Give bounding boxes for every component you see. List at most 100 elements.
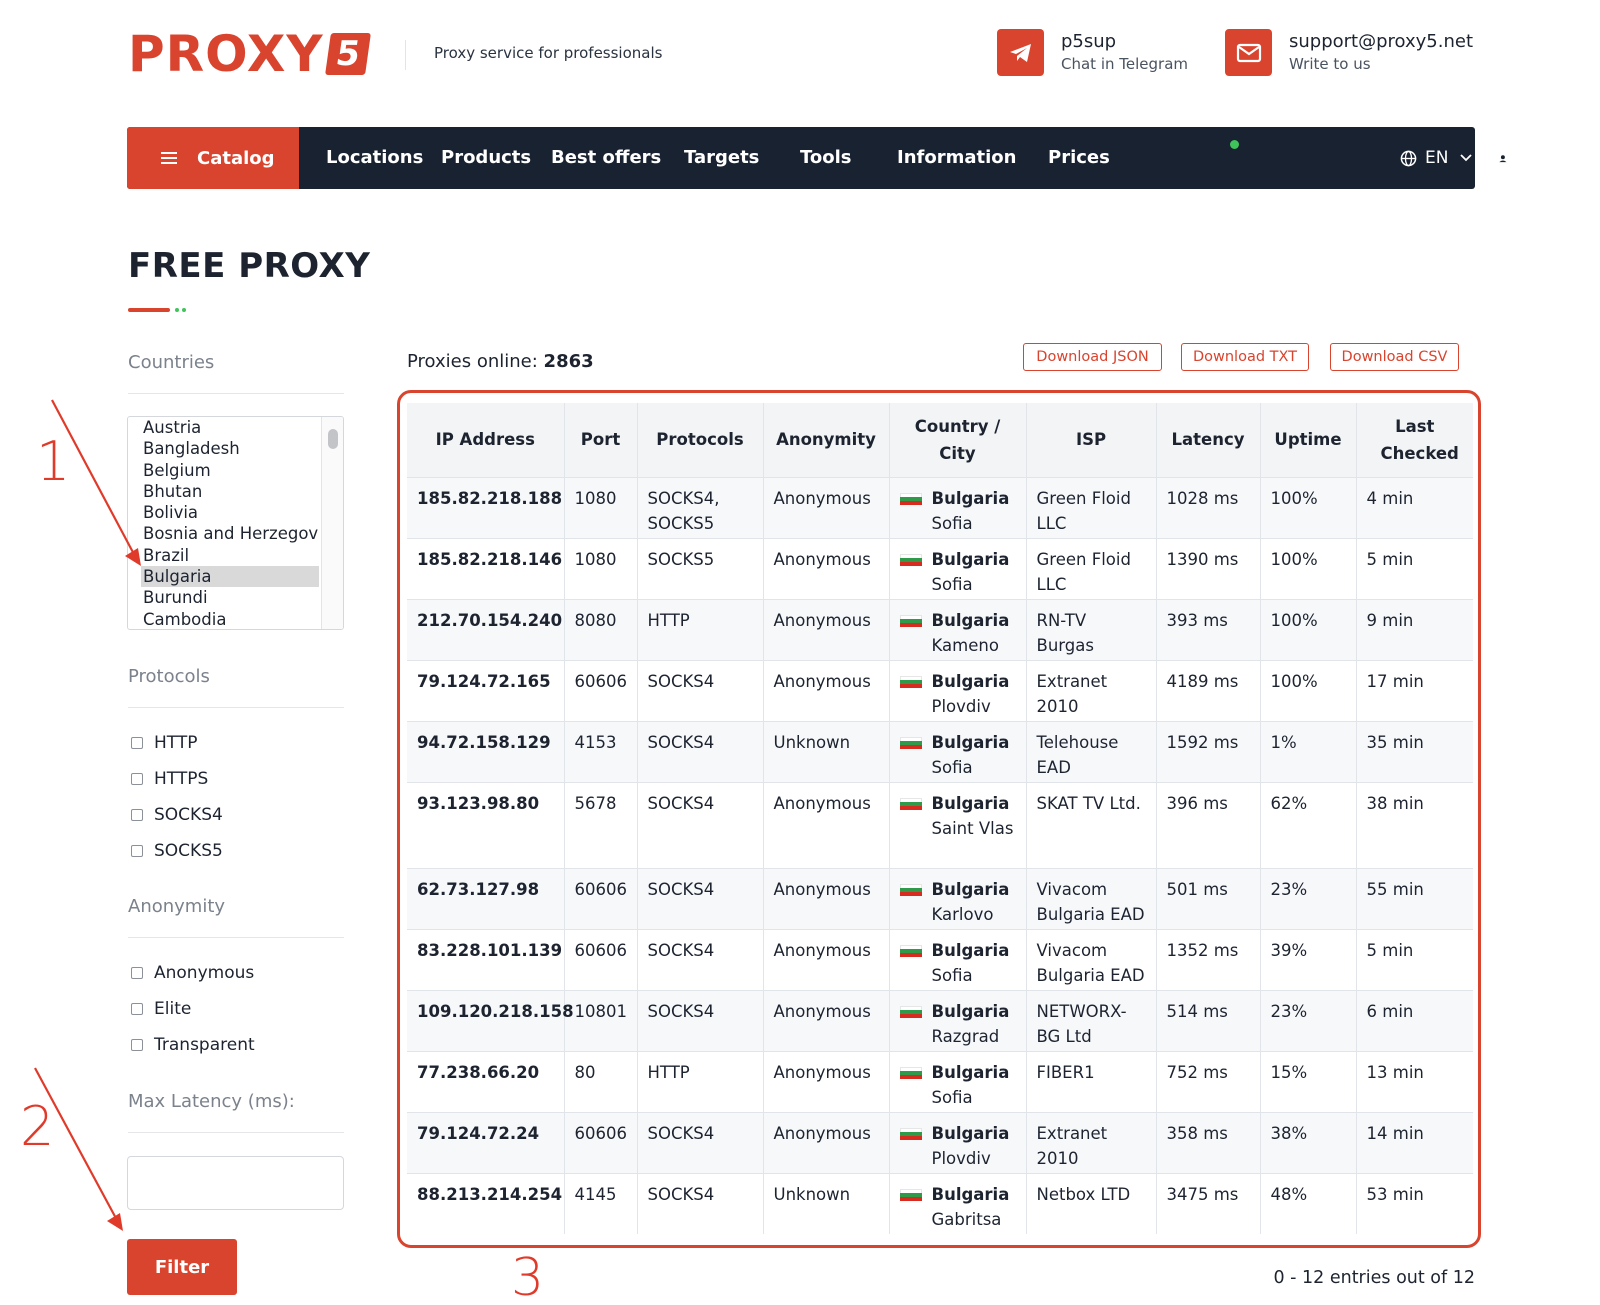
cell-protocols: SOCKS4 xyxy=(637,1172,764,1234)
country-name: Bulgaria xyxy=(931,610,1010,630)
cell-ip[interactable]: 79.124.72.24 xyxy=(407,1111,565,1173)
country-name: Bulgaria xyxy=(931,1062,1010,1082)
nav-tools[interactable]: Tools xyxy=(800,127,852,189)
header-protocols[interactable]: Protocols xyxy=(637,403,764,477)
nav-best-offers[interactable]: Best offers xyxy=(551,127,661,189)
anonymity-elite-checkbox[interactable]: Elite xyxy=(131,999,191,1019)
header-last-checked[interactable]: Last Checked xyxy=(1356,403,1473,477)
cell-anonymity: Unknown xyxy=(763,1172,890,1234)
filter-button[interactable]: Filter xyxy=(127,1239,237,1295)
login-button[interactable]: Log in xyxy=(1497,127,1553,189)
protocol-socks5-checkbox[interactable]: SOCKS5 xyxy=(131,841,223,861)
anonymity-transparent-checkbox[interactable]: Transparent xyxy=(131,1035,255,1055)
cell-ip[interactable]: 185.82.218.146 xyxy=(407,537,565,599)
chevron-down-icon xyxy=(1460,154,1473,162)
cell-country-city: Bulgaria Sofia xyxy=(889,928,1027,990)
country-option[interactable]: Belgium xyxy=(141,460,319,481)
country-option[interactable]: Bangladesh xyxy=(141,438,319,459)
download-json-button[interactable]: Download JSON xyxy=(1023,343,1162,371)
catalog-button[interactable]: Catalog xyxy=(127,127,299,189)
cell-isp: Green Floid LLC xyxy=(1026,537,1157,599)
checkbox[interactable] xyxy=(131,845,143,857)
cell-ip[interactable]: 83.228.101.139 xyxy=(407,928,565,990)
country-option[interactable]: Austria xyxy=(141,417,319,438)
checkbox[interactable] xyxy=(131,1003,143,1015)
cell-latency: 3475 ms xyxy=(1156,1172,1261,1234)
header-anonymity[interactable]: Anonymity xyxy=(763,403,890,477)
table-row: 79.124.72.24 60606 SOCKS4 Anonymous Bulgaria… xyxy=(407,1111,1473,1173)
country-option[interactable]: Brazil xyxy=(141,545,319,566)
cell-ip[interactable]: 77.238.66.20 xyxy=(407,1050,565,1112)
bulgaria-flag-icon xyxy=(899,1005,922,1018)
cell-ip[interactable]: 185.82.218.188 xyxy=(407,476,565,538)
protocol-https-checkbox[interactable]: HTTPS xyxy=(131,769,208,789)
telegram-contact[interactable]: p5sup Chat in Telegram xyxy=(997,29,1188,76)
country-option-selected[interactable]: Bulgaria xyxy=(141,566,319,588)
cell-latency: 1592 ms xyxy=(1156,720,1261,782)
nav-targets[interactable]: Targets xyxy=(684,127,759,189)
checkbox[interactable] xyxy=(131,773,143,785)
nav-locations[interactable]: Locations xyxy=(326,127,423,189)
country-option[interactable]: Bhutan xyxy=(141,481,319,502)
city-name: Kameno xyxy=(931,635,999,655)
country-option[interactable]: Burundi xyxy=(141,587,319,608)
checkbox[interactable] xyxy=(131,1039,143,1051)
country-scrollbar[interactable] xyxy=(321,417,343,629)
country-option[interactable]: Bosnia and Herzegovina xyxy=(141,523,319,544)
checkbox[interactable] xyxy=(131,967,143,979)
header-country-city[interactable]: Country / City xyxy=(889,403,1027,477)
country-select[interactable]: Austria Bangladesh Belgium Bhutan Bolivi… xyxy=(127,416,344,630)
checkbox[interactable] xyxy=(131,809,143,821)
cell-ip[interactable]: 79.124.72.165 xyxy=(407,659,565,721)
email-contact[interactable]: support@proxy5.net Write to us xyxy=(1225,29,1473,76)
language-selector[interactable]: EN xyxy=(1400,127,1473,189)
cell-protocols: SOCKS4, SOCKS5 xyxy=(637,476,764,538)
catalog-label: Catalog xyxy=(197,147,275,169)
arrowhead-2 xyxy=(107,1213,123,1231)
cell-ip[interactable]: 93.123.98.80 xyxy=(407,781,565,868)
cell-ip[interactable]: 88.213.214.254 xyxy=(407,1172,565,1234)
cell-isp: Green Floid LLC xyxy=(1026,476,1157,538)
checkbox-label: SOCKS5 xyxy=(154,841,223,861)
scrollbar-thumb[interactable] xyxy=(328,429,338,449)
cell-country-city: Bulgaria Kameno xyxy=(889,598,1027,660)
header-uptime[interactable]: Uptime xyxy=(1260,403,1357,477)
cell-port: 60606 xyxy=(564,1111,638,1173)
bulgaria-flag-icon xyxy=(899,492,922,505)
cell-anonymity: Anonymous xyxy=(763,781,890,868)
header-port[interactable]: Port xyxy=(564,403,638,477)
cell-uptime: 100% xyxy=(1260,598,1357,660)
cell-ip[interactable]: 62.73.127.98 xyxy=(407,867,565,929)
nav-prices[interactable]: Prices xyxy=(1048,127,1110,189)
country-option[interactable]: Cambodia xyxy=(141,609,319,629)
mail-icon xyxy=(1225,29,1272,76)
bulgaria-flag-icon xyxy=(899,1188,922,1201)
cell-latency: 752 ms xyxy=(1156,1050,1261,1112)
anonymity-anonymous-checkbox[interactable]: Anonymous xyxy=(131,963,254,983)
max-latency-input[interactable] xyxy=(127,1156,344,1210)
cell-last-checked: 17 min xyxy=(1356,659,1473,721)
cell-ip[interactable]: 212.70.154.240 xyxy=(407,598,565,660)
cell-ip[interactable]: 109.120.218.158 xyxy=(407,989,574,1051)
country-option[interactable]: Bolivia xyxy=(141,502,319,523)
nav-products[interactable]: Products xyxy=(441,127,531,189)
table-header-row: IP Address Port Protocols Anonymity Coun… xyxy=(407,403,1473,477)
cell-country-city: Bulgaria Gabritsa xyxy=(889,1172,1027,1234)
download-csv-button[interactable]: Download CSV xyxy=(1330,343,1459,371)
proxies-online: Proxies online: 2863 xyxy=(407,351,594,372)
protocol-http-checkbox[interactable]: HTTP xyxy=(131,733,198,753)
checkbox[interactable] xyxy=(131,737,143,749)
cell-port: 4145 xyxy=(564,1172,638,1234)
header-latency[interactable]: Latency xyxy=(1156,403,1261,477)
header-ip[interactable]: IP Address xyxy=(407,403,565,477)
divider xyxy=(128,937,344,938)
table-row: 185.82.218.146 1080 SOCKS5 Anonymous Bulgari… xyxy=(407,537,1473,599)
header-isp[interactable]: ISP xyxy=(1026,403,1157,477)
protocol-socks4-checkbox[interactable]: SOCKS4 xyxy=(131,805,223,825)
cell-isp: RN-TV Burgas xyxy=(1026,598,1157,660)
nav-information[interactable]: Information xyxy=(897,127,1016,189)
logo[interactable]: PROXY 5 xyxy=(128,29,371,79)
bulgaria-flag-icon xyxy=(899,797,922,810)
download-txt-button[interactable]: Download TXT xyxy=(1181,343,1309,371)
cell-ip[interactable]: 94.72.158.129 xyxy=(407,720,565,782)
